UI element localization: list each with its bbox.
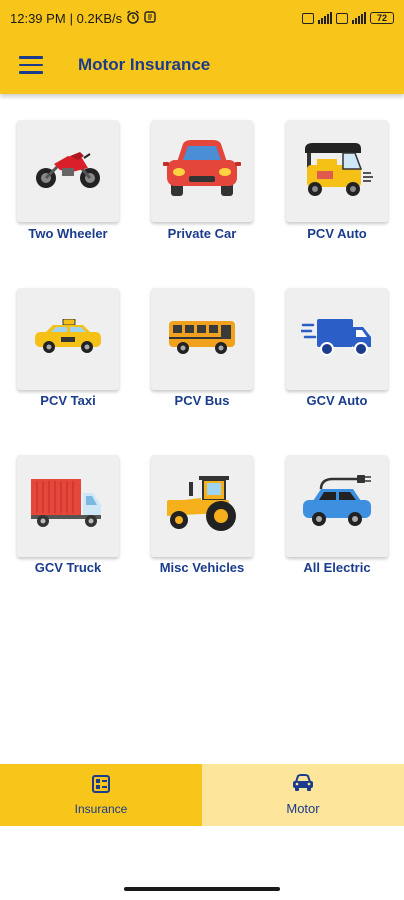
nav-insurance[interactable]: Insurance (0, 764, 202, 826)
status-time: 12:39 PM (10, 10, 66, 26)
tile-label-gcv-auto: GCV Auto (306, 393, 368, 408)
tile-gcv-auto[interactable] (286, 288, 388, 390)
car-icon (292, 774, 314, 797)
taxi-icon (31, 318, 105, 360)
status-network-speed: | 0.2KB/s (69, 10, 123, 26)
tile-label-gcv-truck: GCV Truck (34, 560, 102, 575)
tile-label-private-car: Private Car (167, 226, 237, 241)
hamburger-menu-icon[interactable] (0, 36, 56, 94)
tile-label-two-wheeler: Two Wheeler (28, 226, 108, 241)
tile-pcv-auto[interactable] (286, 120, 388, 222)
alarm-icon (126, 9, 140, 27)
tile-misc-vehicles[interactable] (151, 455, 253, 557)
tile-all-electric[interactable] (286, 455, 388, 557)
tile-two-wheeler[interactable] (17, 120, 119, 222)
tile-label-misc-vehicles: Misc Vehicles (159, 560, 245, 575)
car-front-icon (163, 138, 241, 205)
volte-2-icon (336, 12, 348, 24)
tile-gcv-truck[interactable] (17, 455, 119, 557)
delivery-truck-icon (299, 315, 373, 364)
bus-icon (167, 319, 237, 360)
nav-motor-label: Motor (286, 801, 320, 816)
auto-rickshaw-icon (299, 139, 375, 204)
nav-motor[interactable]: Motor (202, 764, 404, 826)
bottom-nav: Insurance Motor (0, 764, 404, 826)
signal-2-icon (352, 12, 366, 24)
home-indicator[interactable] (124, 887, 280, 891)
volte-icon (302, 12, 314, 24)
insurance-list-icon (92, 774, 110, 798)
signal-icon (318, 12, 332, 24)
tile-pcv-bus[interactable] (151, 288, 253, 390)
truck-icon (29, 477, 107, 536)
electric-car-icon (299, 474, 375, 538)
tile-label-all-electric: All Electric (303, 560, 371, 575)
tile-label-pcv-taxi: PCV Taxi (40, 393, 96, 408)
app-bar: Motor Insurance (0, 36, 404, 94)
page-title: Motor Insurance (78, 55, 211, 74)
battery-level: 72 (376, 13, 387, 23)
status-bar: 12:39 PM | 0.2KB/s 72 (0, 0, 404, 36)
tile-label-pcv-auto: PCV Auto (307, 226, 367, 241)
tile-pcv-taxi[interactable] (17, 288, 119, 390)
notification-icon (144, 10, 156, 26)
tile-private-car[interactable] (151, 120, 253, 222)
motorcycle-icon (32, 146, 104, 197)
tile-label-pcv-bus: PCV Bus (174, 393, 230, 408)
tractor-icon (163, 474, 241, 539)
battery-icon: 72 (370, 12, 394, 24)
nav-insurance-label: Insurance (74, 801, 128, 816)
